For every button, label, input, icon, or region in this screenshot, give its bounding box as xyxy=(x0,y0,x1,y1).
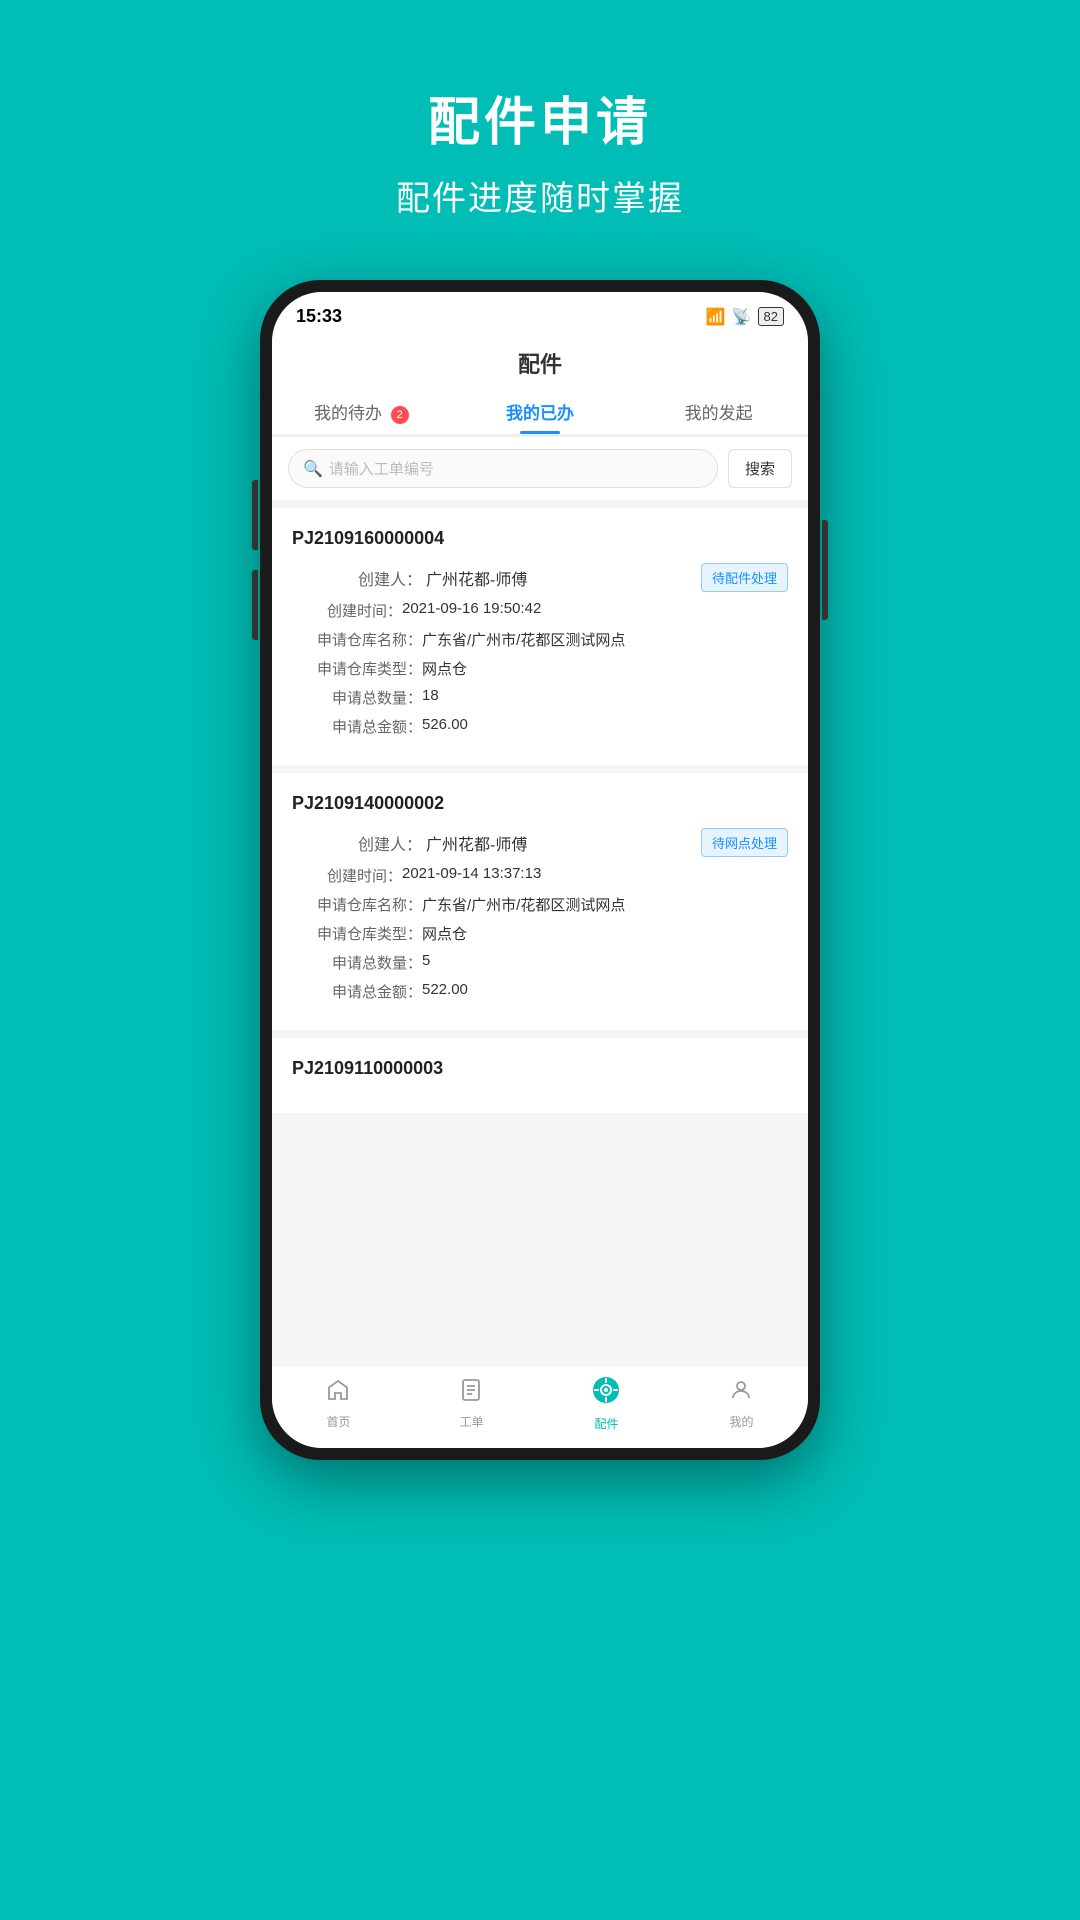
tab-pending[interactable]: 我的待办 2 xyxy=(272,387,451,434)
nav-workorder[interactable]: 工单 xyxy=(459,1378,483,1430)
card-3-id: PJ2109110000003 xyxy=(292,1058,788,1079)
card-1-warehouse-type-label: 申请仓库类型： xyxy=(312,658,422,679)
nav-mine-label: 我的 xyxy=(729,1413,753,1430)
card-2-qty-row: 申请总数量： 5 xyxy=(292,952,788,973)
nav-home-label: 首页 xyxy=(326,1413,350,1430)
bottom-nav: 首页 工单 xyxy=(272,1365,808,1448)
search-button[interactable]: 搜索 xyxy=(728,449,792,488)
card-2-warehouse-type-row: 申请仓库类型： 网点仓 xyxy=(292,923,788,944)
phone-mockup: 15:33 📶 📡 82 配件 我的待办 2 我的已办 我的发起 xyxy=(260,280,820,1460)
signal-icon: 📶 xyxy=(706,307,726,327)
app-title: 配件 xyxy=(272,347,808,379)
card-1-time-value: 2021-09-16 19:50:42 xyxy=(402,600,541,617)
workorder-icon xyxy=(459,1378,483,1409)
card-1-warehouse-type-row: 申请仓库类型： 网点仓 xyxy=(292,658,788,679)
hero-header: 配件申请 配件进度随时掌握 xyxy=(396,0,684,220)
card-1-warehouse-name-row: 申请仓库名称： 广东省/广州市/花都区测试网点 xyxy=(292,629,788,650)
wifi-icon: 📡 xyxy=(732,307,752,327)
status-right-icons: 📶 📡 82 xyxy=(706,307,784,327)
volume-down-button xyxy=(252,570,258,640)
card-1-time-row: 创建时间： 2021-09-16 19:50:42 xyxy=(292,600,788,621)
content-area: PJ2109160000004 创建人： 广州花都-师傅 待配件处理 创建时间：… xyxy=(272,500,808,1365)
phone-screen: 15:33 📶 📡 82 配件 我的待办 2 我的已办 我的发起 xyxy=(272,292,808,1448)
nav-parts[interactable]: 配件 xyxy=(592,1376,620,1432)
pending-badge: 2 xyxy=(391,406,409,424)
card-2-warehouse-type-label: 申请仓库类型： xyxy=(312,923,422,944)
card-1-creator-row: 创建人： 广州花都-师傅 待配件处理 xyxy=(292,563,788,592)
volume-up-button xyxy=(252,480,258,550)
card-1-id: PJ2109160000004 xyxy=(292,528,788,549)
card-2-amount-row: 申请总金额： 522.00 xyxy=(292,981,788,1002)
card-2-time-value: 2021-09-14 13:37:13 xyxy=(402,865,541,882)
card-2-warehouse-name-value: 广东省/广州市/花都区测试网点 xyxy=(422,894,625,915)
nav-mine[interactable]: 我的 xyxy=(729,1378,753,1430)
card-1-amount-row: 申请总金额： 526.00 xyxy=(292,716,788,737)
card-2-warehouse-name-label: 申请仓库名称： xyxy=(312,894,422,915)
search-icon: 🔍 xyxy=(303,459,323,479)
card-2-creator-row: 创建人： 广州花都-师傅 待网点处理 xyxy=(292,828,788,857)
card-2-status-badge: 待网点处理 xyxy=(701,828,788,857)
card-3[interactable]: PJ2109110000003 xyxy=(272,1038,808,1113)
tab-bar: 我的待办 2 我的已办 我的发起 xyxy=(272,387,808,435)
card-1-status-badge: 待配件处理 xyxy=(701,563,788,592)
card-2-qty-label: 申请总数量： xyxy=(312,952,422,973)
search-bar: 🔍 请输入工单编号 搜索 xyxy=(272,437,808,500)
card-2-creator-value: 广州花都-师傅 xyxy=(426,831,527,855)
card-2-warehouse-type-value: 网点仓 xyxy=(422,923,467,944)
card-2-qty-value: 5 xyxy=(422,952,430,969)
card-2-time-row: 创建时间： 2021-09-14 13:37:13 xyxy=(292,865,788,886)
nav-home[interactable]: 首页 xyxy=(326,1378,350,1430)
card-1-time-label: 创建时间： xyxy=(312,600,402,621)
card-1-qty-value: 18 xyxy=(422,687,439,704)
search-input-wrap[interactable]: 🔍 请输入工单编号 xyxy=(288,449,718,488)
card-1-creator-value: 广州花都-师傅 xyxy=(426,566,527,590)
hero-title: 配件申请 xyxy=(396,80,684,155)
card-2-id: PJ2109140000002 xyxy=(292,793,788,814)
card-1-amount-label: 申请总金额： xyxy=(312,716,422,737)
status-time: 15:33 xyxy=(296,306,342,327)
card-1-warehouse-type-value: 网点仓 xyxy=(422,658,467,679)
battery-icon: 82 xyxy=(758,307,784,326)
card-2-amount-label: 申请总金额： xyxy=(312,981,422,1002)
card-1-warehouse-name-label: 申请仓库名称： xyxy=(312,629,422,650)
tab-done[interactable]: 我的已办 xyxy=(451,387,630,434)
card-1-amount-value: 526.00 xyxy=(422,716,468,733)
parts-icon xyxy=(592,1376,620,1411)
card-2-creator-label: 创建人： xyxy=(312,831,422,855)
search-placeholder: 请输入工单编号 xyxy=(329,458,434,479)
card-2-amount-value: 522.00 xyxy=(422,981,468,998)
app-header: 配件 xyxy=(272,335,808,387)
card-2[interactable]: PJ2109140000002 创建人： 广州花都-师傅 待网点处理 创建时间：… xyxy=(272,773,808,1030)
card-1-warehouse-name-value: 广东省/广州市/花都区测试网点 xyxy=(422,629,625,650)
card-1[interactable]: PJ2109160000004 创建人： 广州花都-师傅 待配件处理 创建时间：… xyxy=(272,508,808,765)
card-1-qty-label: 申请总数量： xyxy=(312,687,422,708)
home-icon xyxy=(326,1378,350,1409)
hero-subtitle: 配件进度随时掌握 xyxy=(396,171,684,220)
card-1-qty-row: 申请总数量： 18 xyxy=(292,687,788,708)
nav-parts-label: 配件 xyxy=(594,1415,618,1432)
mine-icon xyxy=(729,1378,753,1409)
power-button xyxy=(822,520,828,620)
card-2-warehouse-name-row: 申请仓库名称： 广东省/广州市/花都区测试网点 xyxy=(292,894,788,915)
nav-workorder-label: 工单 xyxy=(459,1413,483,1430)
status-bar: 15:33 📶 📡 82 xyxy=(272,292,808,335)
card-1-creator-label: 创建人： xyxy=(312,566,422,590)
card-2-time-label: 创建时间： xyxy=(312,865,402,886)
tab-initiated[interactable]: 我的发起 xyxy=(629,387,808,434)
